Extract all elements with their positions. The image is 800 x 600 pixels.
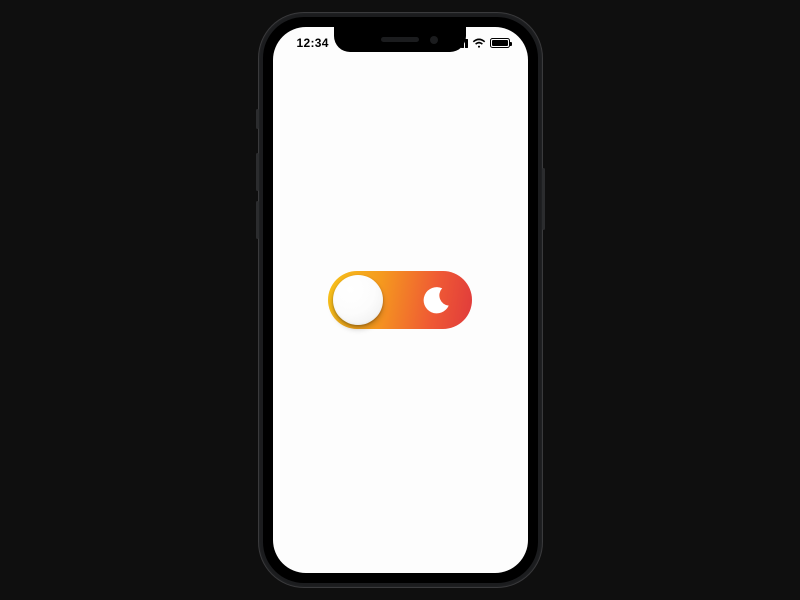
toggle-knob: [333, 275, 383, 325]
volume-down-button[interactable]: [256, 201, 259, 239]
moon-icon: [422, 285, 452, 315]
power-button[interactable]: [542, 168, 545, 230]
mute-switch[interactable]: [256, 109, 259, 129]
volume-up-button[interactable]: [256, 153, 259, 191]
main-content: [273, 27, 528, 573]
theme-toggle[interactable]: [328, 271, 472, 329]
phone-frame: 12:34: [259, 13, 542, 587]
phone-bezel: 12:34: [263, 17, 538, 583]
screen: 12:34: [273, 27, 528, 573]
